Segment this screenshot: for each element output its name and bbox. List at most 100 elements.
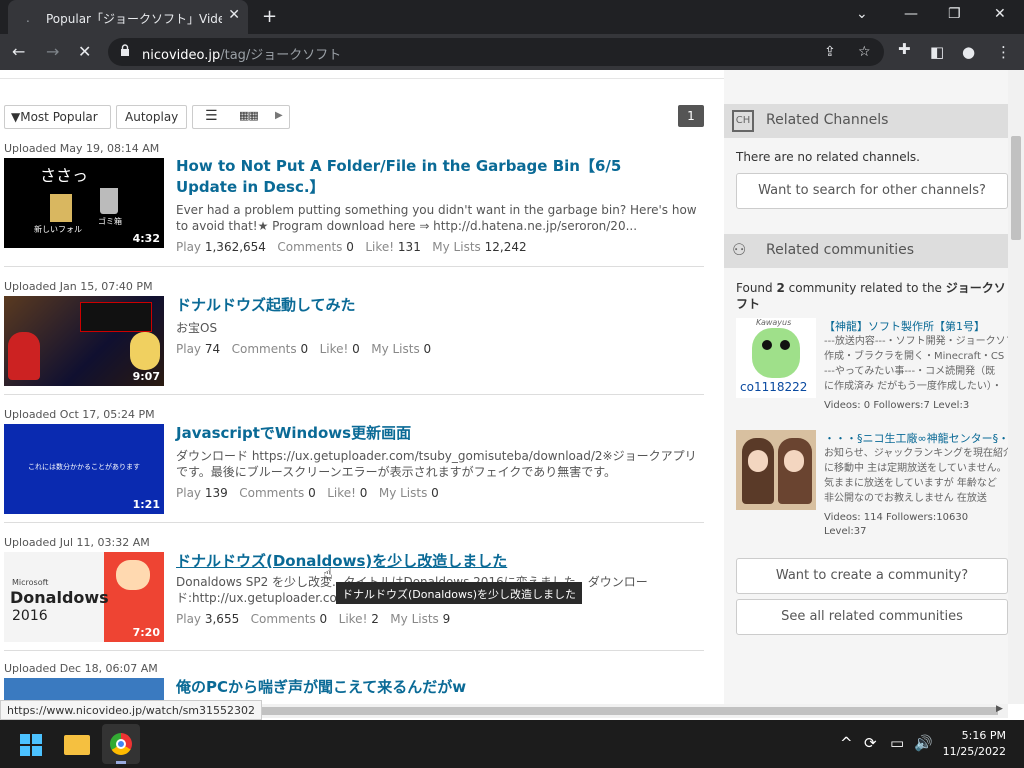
update-icon[interactable]: ⟳: [864, 734, 877, 752]
tab-strip: . Popular「ジョークソフト」Videos 23 ✕ + ⌄ — ❐ ✕: [0, 0, 1024, 34]
create-community-button[interactable]: Want to create a community?: [736, 558, 1008, 594]
maximize-icon[interactable]: ❐: [948, 6, 961, 22]
autoplay-button[interactable]: Autoplay: [116, 105, 187, 129]
video-thumbnail[interactable]: Microsoft Donaldows 2016 7:20: [4, 552, 164, 642]
tab-title: Popular「ジョークソフト」Videos 23: [46, 12, 222, 26]
list-view-icon[interactable]: ☰: [205, 108, 218, 124]
community-name-link[interactable]: 【神龍】ソフト製作所【第1号】: [824, 318, 985, 334]
community-icon: ⚇: [732, 240, 747, 259]
stop-loading-icon[interactable]: ✕: [78, 42, 91, 61]
tab-close-icon[interactable]: ✕: [228, 7, 240, 23]
taskbar: ^ ⟳ ▭ 🔊 5:16 PM 11/25/2022: [0, 720, 1024, 768]
title-tooltip: ドナルドウズ(Donaldows)を少し改造しました: [336, 582, 582, 604]
address-bar[interactable]: nicovideo.jp/tag/ジョークソフト ⇪ ☆: [108, 38, 884, 66]
video-description: お宝OS: [176, 321, 218, 335]
tab-search-icon[interactable]: ⌄: [856, 6, 868, 22]
vertical-scroll-thumb[interactable]: [1011, 136, 1021, 240]
back-icon[interactable]: ←: [12, 42, 25, 61]
communities-found-text: Found 2 community related to the ジョークソフト: [736, 281, 1006, 311]
network-icon[interactable]: ▭: [890, 734, 904, 752]
video-thumbnail[interactable]: これには数分かかることがあります 1:21: [4, 424, 164, 514]
thumb-caption: 新しいフォル: [34, 225, 82, 234]
community-description: ---やってみたい事---・コメ読開発（既: [824, 366, 996, 377]
window-close-icon[interactable]: ✕: [994, 6, 1006, 22]
video-title-link[interactable]: 俺のPCから喘ぎ声が聞こえて来るんだがw: [176, 676, 466, 697]
scroll-right-icon[interactable]: ▶: [996, 704, 1003, 714]
upload-date: Uploaded Oct 17, 05:24 PM: [4, 408, 155, 421]
video-title-link[interactable]: ドナルドウズ(Donaldows)を少し改造しました: [176, 550, 507, 571]
share-icon[interactable]: ⇪: [824, 44, 836, 60]
see-all-communities-button[interactable]: See all related communities: [736, 599, 1008, 635]
chrome-menu-icon[interactable]: ⋮: [996, 43, 1011, 61]
view-toggle[interactable]: ☰ ▦▦ ▶: [192, 105, 290, 129]
character-icon: [130, 332, 160, 370]
related-channels-header: CH Related Channels: [724, 104, 1008, 138]
new-tab-icon[interactable]: +: [262, 6, 277, 27]
community-stats: Videos: 114 Followers:10630: [824, 512, 969, 523]
page-number-badge[interactable]: 1: [678, 105, 704, 127]
folder-icon: [50, 194, 72, 222]
community-description: 気ままに放送をしていますが 年齢など: [824, 478, 997, 489]
right-sidebar: CH Related Channels There are no related…: [724, 70, 1008, 704]
status-url: https://www.nicovideo.jp/watch/sm3155230…: [0, 700, 263, 720]
side-panel-icon[interactable]: ◧: [930, 43, 944, 61]
address-url[interactable]: nicovideo.jp/tag/ジョークソフト: [142, 44, 341, 63]
upload-date: Uploaded Jan 15, 07:40 PM: [4, 280, 153, 293]
profile-icon[interactable]: ●: [962, 43, 975, 61]
character-icon: [8, 332, 40, 380]
video-description: Ever had a problem putting something you…: [176, 203, 697, 233]
video-duration: 9:07: [132, 370, 160, 383]
thumb-caption: Donaldows: [10, 588, 109, 607]
video-stats: Play 3,655 Comments 0 Like! 2 My Lists 9: [176, 612, 451, 626]
community-description: に作成済み だがもう一度作成したい）・: [824, 381, 1002, 392]
extensions-icon[interactable]: ✚: [898, 40, 911, 58]
community-description: 作成・ブラクラを開く・Minecraft・CS: [824, 351, 1005, 362]
item-divider: [4, 522, 704, 523]
hand-cursor-icon: ☝: [323, 564, 333, 583]
upload-date: Uploaded Dec 18, 06:07 AM: [4, 662, 158, 675]
video-title-link[interactable]: ドナルドウズ起動してみた: [176, 294, 356, 315]
thumb-caption: ゴミ箱: [98, 217, 122, 226]
community-thumbnail[interactable]: [736, 430, 816, 510]
item-divider: [4, 266, 704, 267]
search-channels-button[interactable]: Want to search for other channels?: [736, 173, 1008, 209]
file-explorer-icon[interactable]: [64, 735, 90, 755]
related-communities-header: ⚇ Related communities: [724, 234, 1008, 268]
community-name-link[interactable]: ・・・§ニコ生工廠∞神龍センター§・・・: [824, 430, 1008, 446]
windows-start-icon[interactable]: [20, 734, 42, 756]
community-thumbnail[interactable]: Kawayus co1118222: [736, 318, 816, 398]
clock[interactable]: 5:16 PM 11/25/2022: [943, 728, 1006, 760]
community-stats: Level:37: [824, 526, 867, 537]
clock-date: 11/25/2022: [942, 745, 1006, 758]
thumb-caption: ささっ: [40, 166, 89, 185]
show-hidden-icons-icon[interactable]: ^: [840, 734, 853, 752]
upload-date: Uploaded Jul 11, 03:32 AM: [4, 536, 150, 549]
active-tab[interactable]: . Popular「ジョークソフト」Videos 23 ✕: [8, 0, 248, 34]
community-stats: Videos: 0 Followers:7 Level:3: [824, 400, 970, 411]
video-stats: Play 74 Comments 0 Like! 0 My Lists 0: [176, 342, 432, 356]
forward-icon[interactable]: →: [46, 42, 59, 61]
minimize-icon[interactable]: —: [904, 6, 918, 22]
sort-most-popular-button[interactable]: ▼Most Popular: [4, 105, 111, 129]
no-channels-text: There are no related channels.: [736, 150, 920, 164]
community-description: に移動中 主は定期放送をしていません。: [824, 463, 1007, 474]
item-divider: [4, 394, 704, 395]
play-view-icon[interactable]: ▶: [275, 110, 283, 121]
video-thumbnail[interactable]: ささっ 新しいフォル ゴミ箱 4:32: [4, 158, 164, 248]
channel-icon: CH: [732, 110, 754, 132]
video-stats: Play 1,362,654 Comments 0 Like! 131 My L…: [176, 240, 527, 254]
clock-time: 5:16 PM: [961, 729, 1006, 742]
community-avatar: [752, 328, 800, 378]
video-duration: 4:32: [132, 232, 160, 245]
grid-view-icon[interactable]: ▦▦: [239, 109, 259, 122]
video-thumbnail[interactable]: 9:07: [4, 296, 164, 386]
tab-favicon-icon: .: [26, 11, 30, 25]
volume-icon[interactable]: 🔊: [914, 734, 933, 752]
video-title-link[interactable]: How to Not Put A Folder/File in the Garb…: [176, 156, 676, 198]
page-content: ▼Most Popular Autoplay ☰ ▦▦ ▶ 1 Uploaded…: [0, 70, 1008, 704]
chrome-taskbar-button[interactable]: [102, 724, 140, 764]
video-title-link[interactable]: JavascriptでWindows更新画面: [176, 422, 411, 443]
bookmark-star-icon[interactable]: ☆: [858, 44, 871, 60]
upload-date: Uploaded May 19, 08:14 AM: [4, 142, 160, 155]
video-description: ダウンロード https://ux.getuploader.com/tsuby_…: [176, 449, 697, 479]
